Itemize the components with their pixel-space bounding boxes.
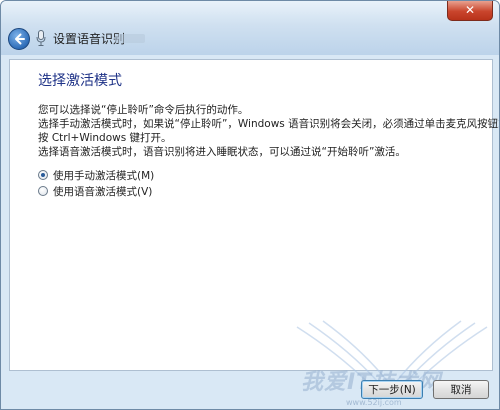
voice-activation-label[interactable]: 使用语音激活模式(V) <box>53 184 152 199</box>
page-heading: 选择激活模式 <box>38 73 122 89</box>
back-arrow-icon <box>15 33 25 45</box>
close-button[interactable]: ✕ <box>447 1 493 21</box>
close-icon: ✕ <box>464 3 476 17</box>
speech-setup-window: ✕ 设置语音识别 选择激活模式 您可以选择说“停止聆听”命令后执行的动作。 选择… <box>0 0 500 410</box>
microphone-icon <box>36 30 46 46</box>
cancel-button[interactable]: 取消 <box>433 380 489 399</box>
manual-activation-option[interactable]: 使用手动激活模式(M) <box>38 168 154 182</box>
description-line: 按 Ctrl+Windows 键打开。 <box>38 132 172 144</box>
voice-activation-option[interactable]: 使用语音激活模式(V) <box>38 184 152 198</box>
description-line: 您可以选择说“停止聆听”命令后执行的动作。 <box>38 104 249 116</box>
description-line: 选择语音激活模式时，语音识别将进入睡眠状态，可以通过说“开始聆听”激活。 <box>38 146 406 158</box>
next-button[interactable]: 下一步(N) <box>361 380 423 399</box>
voice-activation-radio[interactable] <box>38 186 48 196</box>
back-button[interactable] <box>8 28 30 50</box>
manual-activation-radio[interactable] <box>38 170 48 180</box>
title-bar-blur <box>115 34 145 43</box>
manual-activation-label[interactable]: 使用手动激活模式(M) <box>53 168 154 183</box>
description-line: 选择手动激活模式时，如果说“停止聆听”，Windows 语音识别将会关闭，必须通… <box>38 118 500 130</box>
title-bar: ✕ 设置语音识别 <box>1 1 499 55</box>
